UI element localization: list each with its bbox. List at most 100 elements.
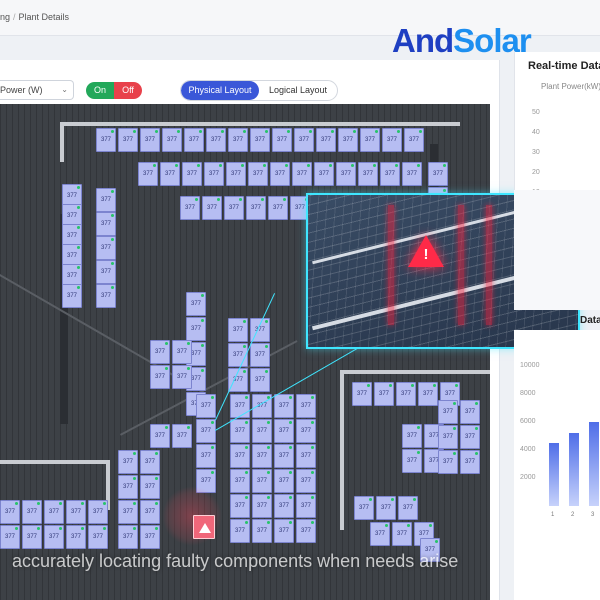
- breadcrumb-parent[interactable]: ng: [0, 12, 10, 22]
- pv-panel[interactable]: 377: [172, 365, 192, 389]
- pv-panel[interactable]: 377: [250, 368, 270, 392]
- pv-panel[interactable]: 377: [402, 424, 422, 448]
- pv-panel[interactable]: 377: [460, 450, 480, 474]
- pv-panel[interactable]: 377: [228, 318, 248, 342]
- pv-panel[interactable]: 377: [380, 162, 400, 186]
- pv-panel[interactable]: 377: [228, 128, 248, 152]
- pv-panel[interactable]: 377: [460, 400, 480, 424]
- pv-panel[interactable]: 377: [274, 519, 294, 543]
- pv-panel[interactable]: 377: [66, 525, 86, 549]
- pv-panel[interactable]: 377: [186, 317, 206, 341]
- tab-physical-layout[interactable]: Physical Layout: [181, 81, 259, 100]
- pv-panel[interactable]: 377: [62, 284, 82, 308]
- pv-panel[interactable]: 377: [398, 496, 418, 520]
- pv-panel[interactable]: 377: [150, 365, 170, 389]
- pv-panel[interactable]: 377: [296, 394, 316, 418]
- pv-panel[interactable]: 377: [296, 469, 316, 493]
- pv-panel[interactable]: 377: [118, 450, 138, 474]
- pv-panel[interactable]: 377: [66, 500, 86, 524]
- pv-panel[interactable]: 377: [252, 469, 272, 493]
- pv-panel[interactable]: 377: [250, 343, 270, 367]
- data-bar[interactable]: [569, 433, 579, 506]
- pv-panel[interactable]: 377: [88, 525, 108, 549]
- pv-panel[interactable]: 377: [402, 162, 422, 186]
- pv-panel[interactable]: 377: [182, 162, 202, 186]
- metric-select[interactable]: Power (W) ⌄: [0, 80, 74, 100]
- pv-panel[interactable]: 377: [118, 128, 138, 152]
- pv-panel[interactable]: 377: [336, 162, 356, 186]
- pv-panel[interactable]: 377: [230, 419, 250, 443]
- pv-panel[interactable]: 377: [360, 128, 380, 152]
- faulty-panel[interactable]: [193, 515, 215, 539]
- pv-panel[interactable]: 377: [230, 444, 250, 468]
- pv-panel[interactable]: 377: [248, 162, 268, 186]
- pv-panel[interactable]: 377: [0, 525, 20, 549]
- pv-panel[interactable]: 377: [272, 128, 292, 152]
- pv-panel[interactable]: 377: [250, 128, 270, 152]
- pv-panel[interactable]: 377: [118, 500, 138, 524]
- pv-panel[interactable]: 377: [196, 444, 216, 468]
- pv-panel[interactable]: 377: [438, 450, 458, 474]
- pv-panel[interactable]: 377: [460, 425, 480, 449]
- pv-panel[interactable]: 377: [396, 382, 416, 406]
- pv-panel[interactable]: 377: [246, 196, 266, 220]
- pv-panel[interactable]: 377: [374, 382, 394, 406]
- pv-panel[interactable]: 377: [376, 496, 396, 520]
- pv-panel[interactable]: 377: [338, 128, 358, 152]
- pv-panel[interactable]: 377: [160, 162, 180, 186]
- pv-panel[interactable]: 377: [274, 394, 294, 418]
- pv-panel[interactable]: 377: [226, 162, 246, 186]
- pv-panel[interactable]: 377: [274, 469, 294, 493]
- pv-panel[interactable]: 377: [150, 340, 170, 364]
- pv-panel[interactable]: 377: [140, 450, 160, 474]
- pv-panel[interactable]: 377: [296, 519, 316, 543]
- pv-panel[interactable]: 377: [206, 128, 226, 152]
- pv-panel[interactable]: 377: [140, 128, 160, 152]
- pv-panel[interactable]: 377: [252, 444, 272, 468]
- pv-panel[interactable]: 377: [96, 212, 116, 236]
- pv-panel[interactable]: 377: [296, 494, 316, 518]
- pv-panel[interactable]: 377: [438, 400, 458, 424]
- pv-panel[interactable]: 377: [270, 162, 290, 186]
- pv-panel[interactable]: 377: [274, 419, 294, 443]
- pv-panel[interactable]: 377: [274, 444, 294, 468]
- pv-panel[interactable]: 377: [230, 519, 250, 543]
- pv-panel[interactable]: 377: [88, 500, 108, 524]
- pv-panel[interactable]: 377: [352, 382, 372, 406]
- pv-panel[interactable]: 377: [230, 469, 250, 493]
- pv-panel[interactable]: 377: [150, 424, 170, 448]
- pv-panel[interactable]: 377: [118, 475, 138, 499]
- pv-panel[interactable]: 377: [22, 525, 42, 549]
- pv-panel[interactable]: 377: [140, 500, 160, 524]
- pv-panel[interactable]: 377: [0, 500, 20, 524]
- pv-panel[interactable]: 377: [252, 494, 272, 518]
- toggle-off[interactable]: Off: [114, 82, 142, 99]
- pv-panel[interactable]: 377: [96, 128, 116, 152]
- pv-panel[interactable]: 377: [252, 419, 272, 443]
- pv-panel[interactable]: 377: [172, 424, 192, 448]
- pv-panel[interactable]: 377: [204, 162, 224, 186]
- pv-panel[interactable]: 377: [392, 522, 412, 546]
- pv-panel[interactable]: 377: [196, 394, 216, 418]
- pv-panel[interactable]: 377: [224, 196, 244, 220]
- pv-panel[interactable]: 377: [354, 496, 374, 520]
- pv-panel[interactable]: 377: [274, 494, 294, 518]
- data-bar[interactable]: [589, 422, 599, 506]
- pv-panel[interactable]: 377: [138, 162, 158, 186]
- pv-panel[interactable]: 377: [370, 522, 390, 546]
- pv-panel[interactable]: 377: [252, 519, 272, 543]
- pv-panel[interactable]: 377: [96, 188, 116, 212]
- pv-panel[interactable]: 377: [358, 162, 378, 186]
- data-bar[interactable]: [549, 443, 559, 506]
- pv-panel[interactable]: 377: [382, 128, 402, 152]
- pv-panel[interactable]: 377: [186, 292, 206, 316]
- pv-panel[interactable]: 377: [162, 128, 182, 152]
- pv-panel[interactable]: 377: [418, 382, 438, 406]
- pv-panel[interactable]: 377: [314, 162, 334, 186]
- layout-switch[interactable]: Physical Layout Logical Layout: [180, 80, 338, 101]
- pv-panel[interactable]: 377: [292, 162, 312, 186]
- pv-panel[interactable]: 377: [196, 419, 216, 443]
- pv-panel[interactable]: 377: [180, 196, 200, 220]
- pv-panel[interactable]: 377: [438, 425, 458, 449]
- pv-panel[interactable]: 377: [44, 525, 64, 549]
